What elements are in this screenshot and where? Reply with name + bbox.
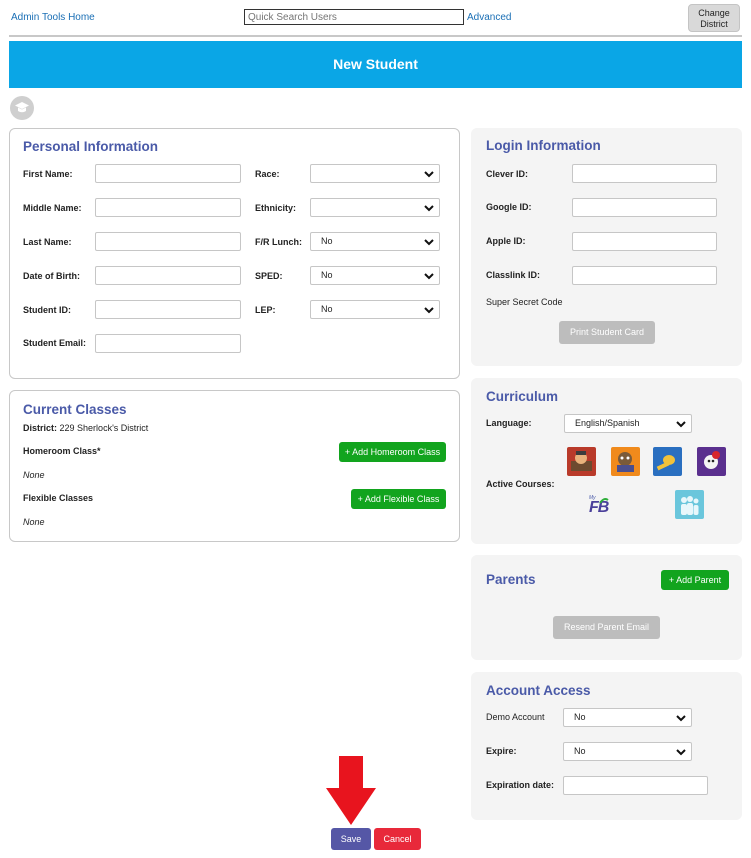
district-label: District:: [23, 423, 58, 433]
first-name-input[interactable]: [95, 164, 241, 183]
student-email-label: Student Email:: [23, 338, 87, 348]
account-access-title: Account Access: [486, 683, 591, 698]
apple-id-label: Apple ID:: [486, 236, 526, 246]
advanced-search-link[interactable]: Advanced: [467, 12, 511, 23]
lep-select[interactable]: No: [310, 300, 440, 319]
expire-label: Expire:: [486, 746, 517, 756]
chevron-down-icon: [676, 715, 686, 722]
sped-value: No: [321, 270, 333, 280]
lep-label: LEP:: [255, 305, 276, 315]
print-student-card-button[interactable]: Print Student Card: [559, 321, 655, 344]
quick-search-input[interactable]: [244, 9, 464, 25]
page-title: New Student: [333, 56, 418, 72]
add-homeroom-class-button[interactable]: + Add Homeroom Class: [339, 442, 446, 462]
sped-select[interactable]: No: [310, 266, 440, 285]
clever-id-input[interactable]: [572, 164, 717, 183]
page-title-banner: New Student: [9, 41, 742, 88]
ethnicity-select[interactable]: [310, 198, 440, 217]
chevron-down-icon: [424, 171, 434, 178]
change-district-label-line1: Change: [698, 8, 730, 18]
curriculum-panel: Curriculum Language: English/Spanish Act…: [471, 378, 742, 544]
login-information-panel: Login Information Clever ID: Google ID: …: [471, 128, 742, 366]
add-flexible-class-button[interactable]: + Add Flexible Class: [351, 489, 446, 509]
chevron-down-icon: [424, 273, 434, 280]
fr-lunch-label: F/R Lunch:: [255, 237, 302, 247]
admin-tools-home-link[interactable]: Admin Tools Home: [11, 12, 95, 23]
last-name-label: Last Name:: [23, 237, 72, 247]
google-id-label: Google ID:: [486, 202, 532, 212]
expire-value: No: [574, 746, 586, 756]
personal-information-panel: Personal Information First Name: Middle …: [9, 128, 460, 379]
race-select[interactable]: [310, 164, 440, 183]
change-district-label-line2: District: [700, 19, 728, 29]
current-classes-panel: Current Classes District: 229 Sherlock's…: [9, 390, 460, 542]
google-id-input[interactable]: [572, 198, 717, 217]
middle-name-label: Middle Name:: [23, 203, 82, 213]
course-6-icon[interactable]: [675, 490, 704, 519]
clever-id-label: Clever ID:: [486, 169, 529, 179]
student-id-label: Student ID:: [23, 305, 71, 315]
ethnicity-label: Ethnicity:: [255, 203, 297, 213]
account-access-panel: Account Access Demo Account No Expire: N…: [471, 672, 742, 820]
chevron-down-icon: [676, 421, 686, 428]
fr-lunch-select[interactable]: No: [310, 232, 440, 251]
course-fb-icon[interactable]: My FB: [587, 495, 617, 517]
date-of-birth-input[interactable]: [95, 266, 241, 285]
down-arrow-icon: [326, 756, 376, 825]
first-name-label: First Name:: [23, 169, 73, 179]
chevron-down-icon: [424, 205, 434, 212]
resend-parent-email-button[interactable]: Resend Parent Email: [553, 616, 660, 639]
expiration-date-label: Expiration date:: [486, 780, 555, 790]
classlink-id-label: Classlink ID:: [486, 270, 541, 280]
last-name-input[interactable]: [95, 232, 241, 251]
apple-id-input[interactable]: [572, 232, 717, 251]
flexible-classes-value: None: [23, 517, 45, 527]
chevron-down-icon: [676, 749, 686, 756]
language-value: English/Spanish: [575, 418, 640, 428]
active-courses-label: Active Courses:: [486, 479, 555, 489]
fr-lunch-value: No: [321, 236, 333, 246]
cancel-button[interactable]: Cancel: [374, 828, 421, 850]
chevron-down-icon: [424, 239, 434, 246]
parents-panel: Parents + Add Parent Resend Parent Email: [471, 555, 742, 660]
demo-account-value: No: [574, 712, 586, 722]
header-divider: [9, 35, 742, 37]
change-district-button[interactable]: Change District: [688, 4, 740, 32]
course-2-icon[interactable]: [611, 447, 640, 476]
homeroom-class-label: Homeroom Class*: [23, 446, 101, 456]
middle-name-input[interactable]: [95, 198, 241, 217]
course-1-icon[interactable]: [567, 447, 596, 476]
sped-label: SPED:: [255, 271, 283, 281]
chevron-down-icon: [424, 307, 434, 314]
course-3-icon[interactable]: [653, 447, 682, 476]
classlink-id-input[interactable]: [572, 266, 717, 285]
current-classes-title: Current Classes: [23, 402, 127, 417]
date-of-birth-label: Date of Birth:: [23, 271, 80, 281]
super-secret-code-label: Super Secret Code: [486, 297, 563, 307]
personal-information-title: Personal Information: [23, 139, 159, 154]
course-4-icon[interactable]: [697, 447, 726, 476]
demo-account-select[interactable]: No: [563, 708, 692, 727]
expire-select[interactable]: No: [563, 742, 692, 761]
expiration-date-input[interactable]: [563, 776, 708, 795]
save-button[interactable]: Save: [331, 828, 371, 850]
demo-account-label: Demo Account: [486, 712, 545, 722]
district-line: District: 229 Sherlock's District: [23, 423, 148, 433]
add-parent-button[interactable]: + Add Parent: [661, 570, 729, 590]
language-select[interactable]: English/Spanish: [564, 414, 692, 433]
flexible-classes-label: Flexible Classes: [23, 493, 94, 503]
district-value: 229 Sherlock's District: [59, 423, 149, 433]
student-id-input[interactable]: [95, 300, 241, 319]
lep-value: No: [321, 304, 333, 314]
login-information-title: Login Information: [486, 138, 601, 153]
graduation-cap-icon: [10, 96, 34, 120]
homeroom-class-value: None: [23, 470, 45, 480]
race-label: Race:: [255, 169, 280, 179]
student-email-input[interactable]: [95, 334, 241, 353]
parents-title: Parents: [486, 572, 536, 587]
language-label: Language:: [486, 418, 532, 428]
curriculum-title: Curriculum: [486, 389, 559, 404]
